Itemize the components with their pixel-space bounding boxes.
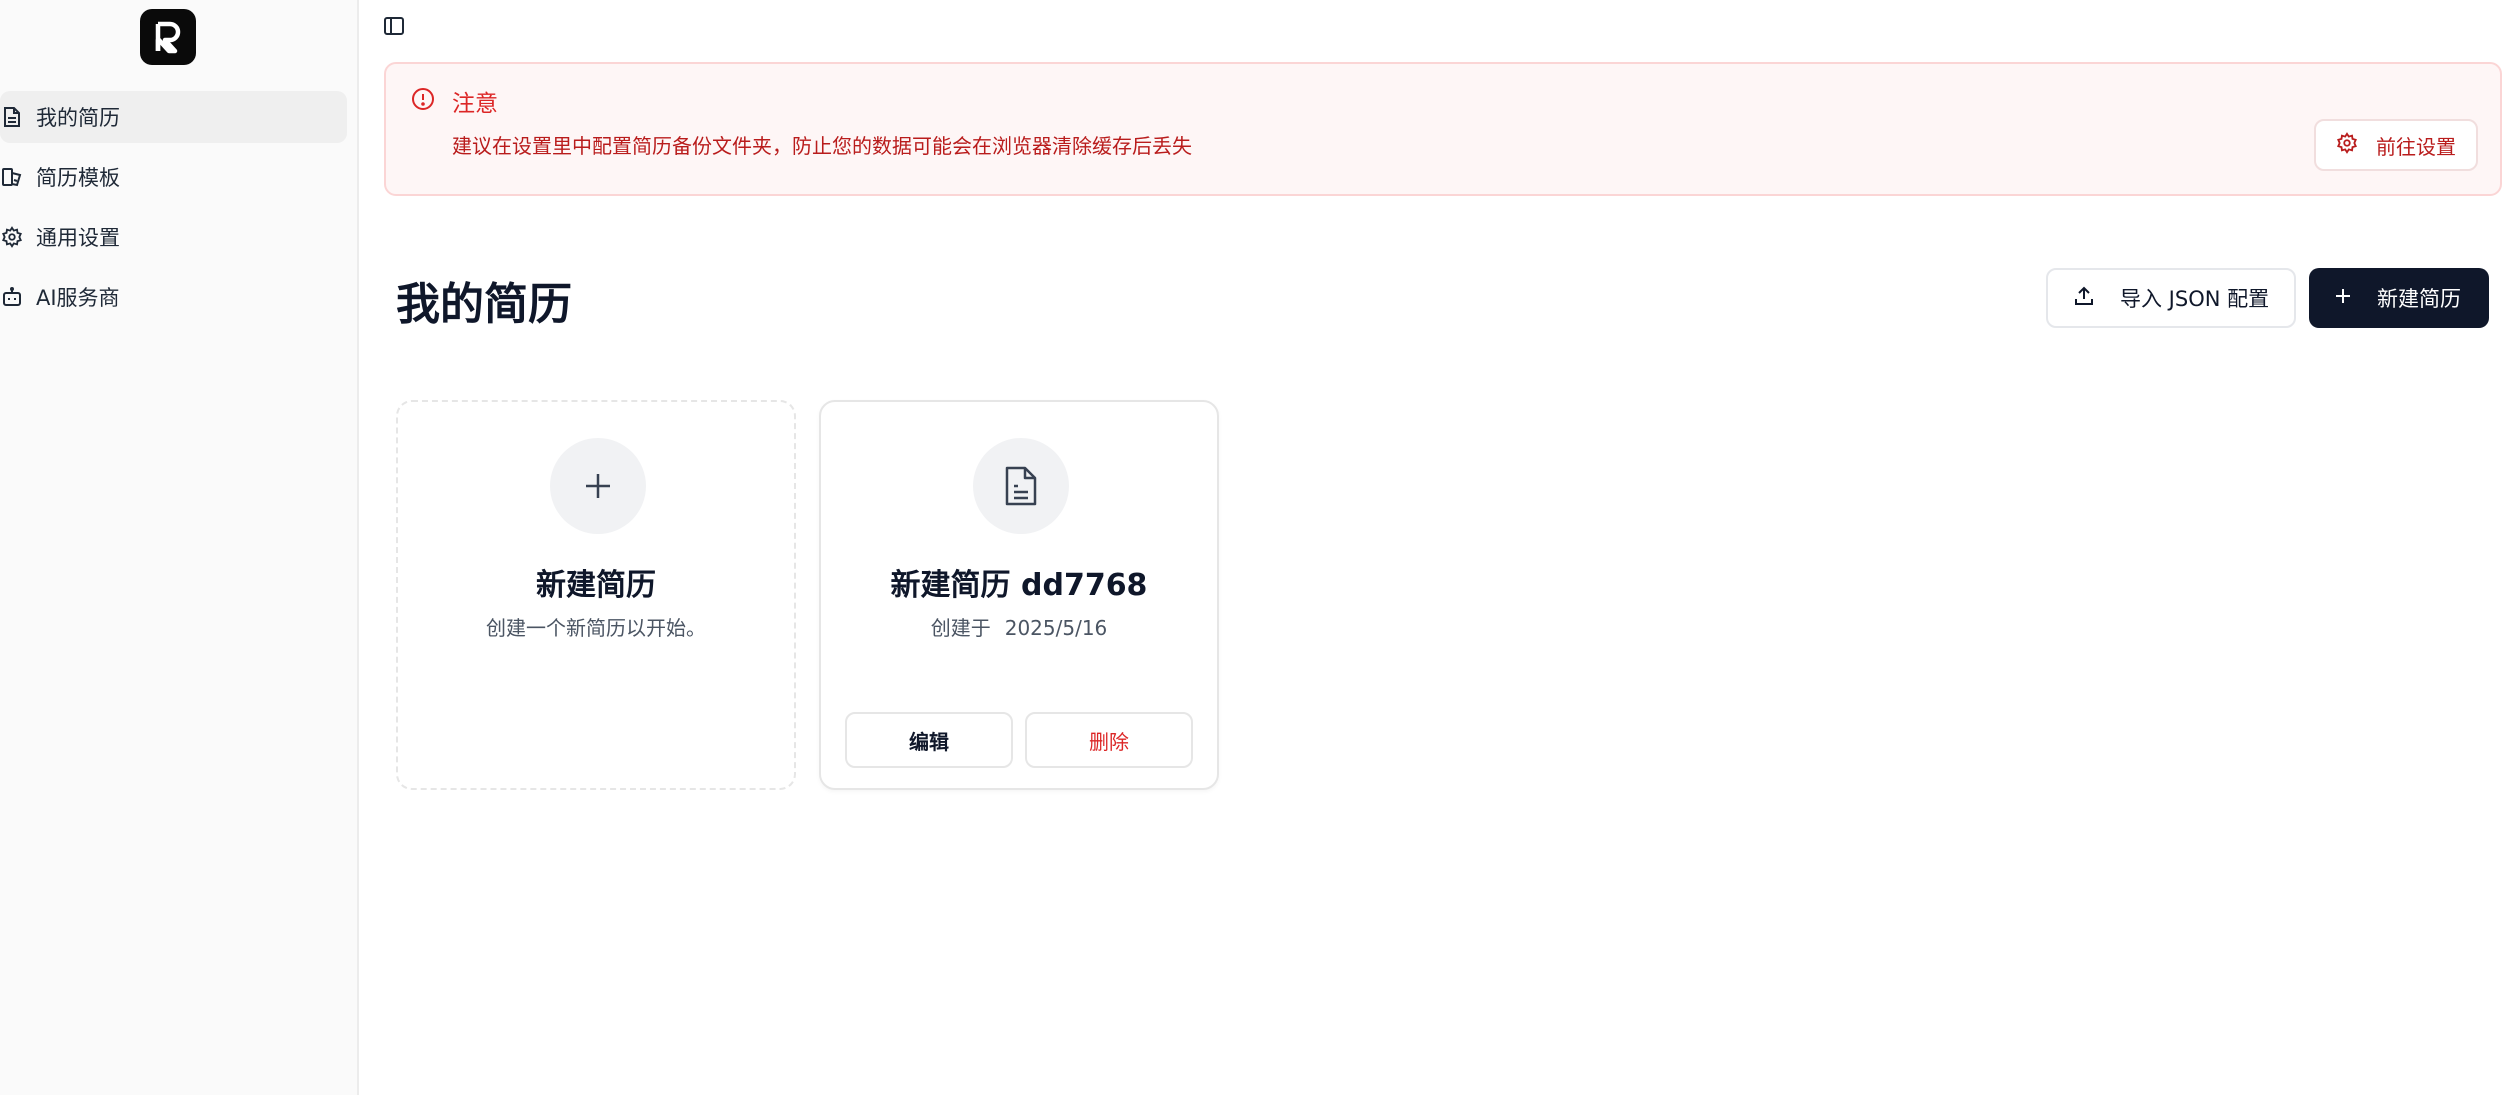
document-icon [0,105,24,129]
sidebar-item-ai-providers[interactable]: AI服务商 [0,271,347,323]
new-resume-card-subtitle: 创建一个新简历以开始。 [486,616,706,640]
import-json-label: 导入 JSON 配置 [2120,287,2270,311]
gear-icon [2336,131,2358,159]
new-resume-button[interactable]: 新建简历 [2309,268,2489,328]
bot-icon [0,285,24,309]
sidebar-item-label: 我的简历 [36,106,120,130]
import-json-button[interactable]: 导入 JSON 配置 [2046,268,2296,328]
created-prefix: 创建于 [930,616,991,640]
new-resume-label: 新建简历 [2377,287,2461,311]
sidebar-item-my-resumes[interactable]: 我的简历 [0,91,347,143]
alert-description: 建议在设置里中配置简历备份文件夹，防止您的数据可能会在浏览器清除缓存后丢失 [452,134,1192,158]
new-resume-card[interactable]: 新建简历 创建一个新简历以开始。 [396,400,796,790]
backup-warning-alert: 注意 建议在设置里中配置简历备份文件夹，防止您的数据可能会在浏览器清除缓存后丢失… [384,62,2502,196]
app: 我的简历 简历模板 通用设置 AI服务商 注意 建议在设置里中配置简历备份文件夹… [0,0,2506,1095]
gear-icon [0,225,24,249]
sidebar-item-label: AI服务商 [36,286,120,310]
sidebar-item-label: 通用设置 [36,226,120,250]
sidebar-item-templates[interactable]: 简历模板 [0,151,347,203]
template-icon [0,165,24,189]
page-title: 我的简历 [396,279,572,330]
go-to-settings-label: 前往设置 [2376,134,2456,159]
alert-circle-icon [410,86,436,112]
sidebar-item-settings[interactable]: 通用设置 [0,211,347,263]
created-date: 2025/5/16 [1004,616,1108,640]
file-text-icon [973,438,1069,534]
sidebar: 我的简历 简历模板 通用设置 AI服务商 [0,0,359,1095]
r-logo-icon[interactable] [140,9,196,65]
new-resume-card-title: 新建简历 [536,568,656,603]
sidebar-toggle-icon [383,15,405,41]
resume-card[interactable]: 新建简历 dd7768 创建于 2025/5/16 编辑 删除 [819,400,1219,790]
upload-icon [2072,284,2096,313]
sidebar-item-label: 简历模板 [36,166,120,190]
resume-created-date: 创建于 2025/5/16 [821,612,1217,641]
resume-card-title: 新建简历 dd7768 [890,568,1148,603]
delete-resume-button[interactable]: 删除 [1025,712,1193,768]
go-to-settings-button[interactable]: 前往设置 [2314,119,2478,171]
sidebar-toggle-button[interactable] [380,14,408,42]
plus-icon [2333,286,2353,311]
alert-title: 注意 [452,91,498,117]
edit-resume-button[interactable]: 编辑 [845,712,1013,768]
plus-icon [550,438,646,534]
